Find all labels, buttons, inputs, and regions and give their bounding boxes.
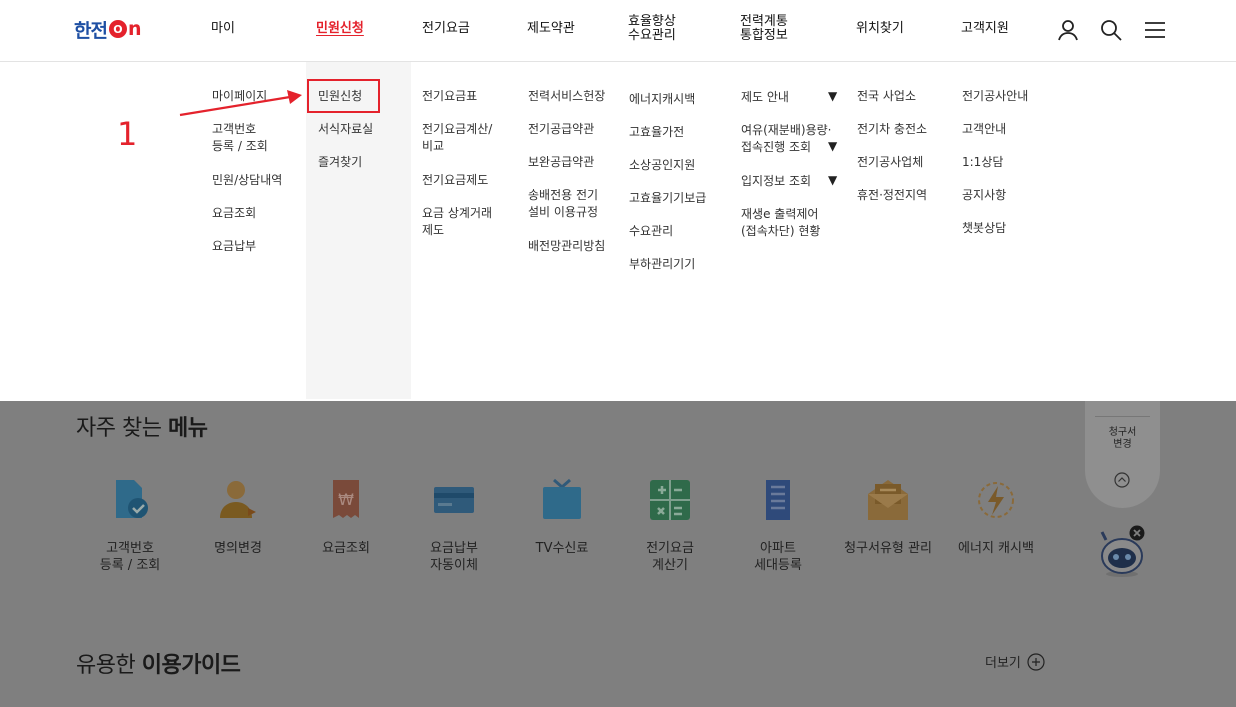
quick-menu-item[interactable]: TV수신료 <box>507 478 617 557</box>
highlight-box <box>307 79 380 113</box>
menu-ev-charging[interactable]: 전기차 충전소 <box>857 121 927 138</box>
tv-icon <box>540 478 584 522</box>
chevron-up-icon[interactable] <box>1114 472 1130 488</box>
gnb-support[interactable]: 고객지원 <box>961 22 1009 36</box>
gnb-my[interactable]: 마이 <box>211 22 235 36</box>
quick-menu-item[interactable]: 전기요금 계산기 <box>615 478 725 574</box>
logo-n: n <box>127 18 142 40</box>
menu-icon[interactable] <box>1143 18 1167 42</box>
gnb-grid-info[interactable]: 전력계통 통합정보 <box>740 15 788 43</box>
document-check-icon <box>108 478 152 522</box>
menu-transmission-rules[interactable]: 송배전용 전기 설비 이용규정 <box>528 187 598 221</box>
menu-rate-calc[interactable]: 전기요금계산/ 비교 <box>422 121 492 155</box>
menu-outage-area[interactable]: 휴전·정전지역 <box>857 187 927 204</box>
guide-title: 유용한 이용가이드 <box>76 653 241 678</box>
menu-small-business[interactable]: 소상공인지원 <box>629 157 695 174</box>
quick-menu-item[interactable]: 명의변경 <box>183 478 293 557</box>
menu-service-charter[interactable]: 전력서비스헌장 <box>528 88 605 105</box>
gnb-civil-request[interactable]: 민원신청 <box>316 22 364 36</box>
search-icon[interactable] <box>1099 18 1123 42</box>
menu-system-guide[interactable]: 제도 안내 <box>741 89 789 106</box>
menu-bill-payment[interactable]: 요금납부 <box>212 238 256 255</box>
annotation-number: 1 <box>117 115 138 153</box>
menu-distribution-policy[interactable]: 배전망관리방침 <box>528 238 605 255</box>
menu-supply-terms[interactable]: 전기공급약관 <box>528 121 594 138</box>
kepco-on-logo[interactable]: 한전 O n <box>74 17 142 42</box>
gnb-location[interactable]: 위치찾기 <box>856 22 904 36</box>
caret-down-icon[interactable]: ▼ <box>828 139 837 153</box>
menu-offices[interactable]: 전국 사업소 <box>857 88 916 105</box>
calculator-icon <box>648 478 692 522</box>
menu-rate-table[interactable]: 전기요금표 <box>422 88 477 105</box>
menu-one-on-one[interactable]: 1:1상담 <box>962 154 1003 171</box>
menu-load-device[interactable]: 부하관리기기 <box>629 256 695 273</box>
card-icon <box>432 478 476 522</box>
bill-won-icon: ₩ <box>324 478 368 522</box>
mail-invoice-icon <box>866 478 910 522</box>
annotation-arrow <box>179 90 302 117</box>
menu-capacity-inquiry[interactable]: 여유(재분배)용량· 접속진행 조회 <box>741 122 831 156</box>
more-link[interactable]: 더보기 <box>985 652 1045 671</box>
caret-down-icon[interactable]: ▼ <box>828 173 837 187</box>
menu-efficient-appliance[interactable]: 고효율가전 <box>629 124 684 141</box>
close-icon[interactable] <box>1129 525 1145 541</box>
menu-chatbot[interactable]: 챗봇상담 <box>962 220 1006 237</box>
menu-contractors[interactable]: 전기공사업체 <box>857 154 923 171</box>
caret-down-icon[interactable]: ▼ <box>828 89 837 103</box>
site-header: 한전 O n 마이 민원신청 전기요금 제도약관 효율향상 수요관리 전력계통 … <box>0 0 1236 62</box>
menu-rate-system[interactable]: 전기요금제도 <box>422 172 488 189</box>
gnb-efficiency[interactable]: 효율향상 수요관리 <box>628 15 676 43</box>
quick-menu-item[interactable]: 요금납부 자동이체 <box>399 478 509 574</box>
menu-site-info[interactable]: 입지정보 조회 <box>741 173 811 190</box>
floating-panel[interactable]: 청구서 변경 <box>1085 400 1160 508</box>
menu-notices[interactable]: 공지사항 <box>962 187 1006 204</box>
quick-menu-item[interactable]: 에너지 캐시백 <box>941 478 1051 557</box>
menu-form-library[interactable]: 서식자료실 <box>318 121 373 138</box>
menu-customer-number[interactable]: 고객번호 등록 / 조회 <box>212 121 268 155</box>
menu-bill-inquiry[interactable]: 요금조회 <box>212 205 256 222</box>
energy-bolt-icon <box>974 478 1018 522</box>
menu-backup-supply-terms[interactable]: 보완공급약관 <box>528 154 594 171</box>
menu-customer-guide[interactable]: 고객안내 <box>962 121 1006 138</box>
menu-energy-cashback[interactable]: 에너지캐시백 <box>629 91 695 108</box>
menu-construction-guide[interactable]: 전기공사안내 <box>962 88 1028 105</box>
quick-menu-item[interactable]: 아파트 세대등록 <box>723 478 833 574</box>
gnb-electric-bill[interactable]: 전기요금 <box>422 22 470 36</box>
divider <box>1095 416 1150 417</box>
apartment-icon <box>756 478 800 522</box>
menu-efficient-device[interactable]: 고효율기기보급 <box>629 190 706 207</box>
logo-text: 한전 <box>74 19 108 42</box>
menu-demand-management[interactable]: 수요관리 <box>629 223 673 240</box>
quick-menu-title: 자주 찾는 메뉴 <box>76 416 208 441</box>
logo-o: O <box>108 20 127 38</box>
svg-text:₩: ₩ <box>338 490 354 509</box>
plus-circle-icon <box>1027 652 1045 671</box>
quick-menu-item[interactable]: ₩ 요금조회 <box>291 478 401 557</box>
menu-consult-history[interactable]: 민원/상담내역 <box>212 172 282 189</box>
menu-favorites[interactable]: 즐겨찾기 <box>318 154 362 171</box>
quick-menu-item[interactable]: 고객번호 등록 / 조회 <box>75 478 185 574</box>
menu-net-metering[interactable]: 요금 상계거래 제도 <box>422 205 492 239</box>
gnb-terms[interactable]: 제도약관 <box>527 22 575 36</box>
bill-change-label: 청구서 변경 <box>1108 427 1137 450</box>
menu-renewable-curtail[interactable]: 재생e 출력제어 (접속차단) 현황 <box>741 206 820 240</box>
person-change-icon <box>216 478 260 522</box>
quick-menu-item[interactable]: 청구서유형 관리 <box>833 478 943 557</box>
user-icon[interactable] <box>1056 18 1080 42</box>
